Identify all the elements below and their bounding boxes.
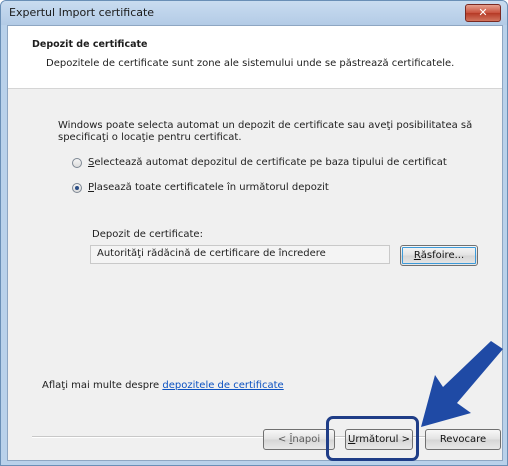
radio-auto-label[interactable]: Selectează automat depozitul de certific… (88, 157, 447, 168)
learn-more-prefix: Aflaţi mai multe despre (42, 380, 160, 391)
radio-auto-label-text: electează automat depozitul de certifica… (94, 157, 447, 168)
back-button[interactable]: < Înapoi (263, 429, 335, 450)
close-button[interactable]: ✕ (465, 4, 501, 22)
radio-place-label[interactable]: Plasează toate certificatele în următoru… (88, 182, 329, 193)
learn-more-text: Aflaţi mai multe despre depozitele de ce… (42, 380, 284, 391)
certificate-store-label: Depozit de certificate: (92, 229, 203, 240)
certificate-import-wizard-window: Expertul Import certificate ✕ Depozit de… (0, 0, 508, 466)
title-bar[interactable]: Expertul Import certificate ✕ (1, 1, 507, 25)
window-title: Expertul Import certificate (9, 6, 155, 19)
store-description: Windows poate selecta automat un depozit… (58, 120, 473, 143)
back-prefix: < (277, 434, 290, 445)
browse-label: ăsfoire... (420, 250, 465, 261)
page-title: Depozit de certificate (32, 39, 148, 50)
close-icon: ✕ (478, 6, 488, 19)
back-label: napoi (292, 434, 321, 445)
radio-auto-select-store[interactable]: Selectează automat depozitul de certific… (72, 157, 447, 168)
page-subtitle: Depozitele de certificate sunt zone ale … (46, 58, 455, 69)
browse-accel: R (413, 250, 421, 261)
radio-place-indicator[interactable] (72, 182, 82, 193)
radio-auto-indicator[interactable] (72, 157, 82, 168)
browse-button[interactable]: Răsfoire... (400, 245, 478, 266)
radio-place-label-text: lasează toate certificatele în următorul… (94, 182, 329, 193)
certificate-stores-link[interactable]: depozitele de certificate (162, 380, 283, 391)
wizard-header: Depozit de certificate Depozitele de cer… (8, 26, 502, 89)
cancel-label: Revocare (439, 434, 487, 445)
certificate-store-field: Autorităţi rădăcină de certificare de în… (90, 245, 390, 264)
radio-place-in-store[interactable]: Plasează toate certificatele în următoru… (72, 182, 329, 193)
pointer-arrow-icon (421, 341, 503, 427)
